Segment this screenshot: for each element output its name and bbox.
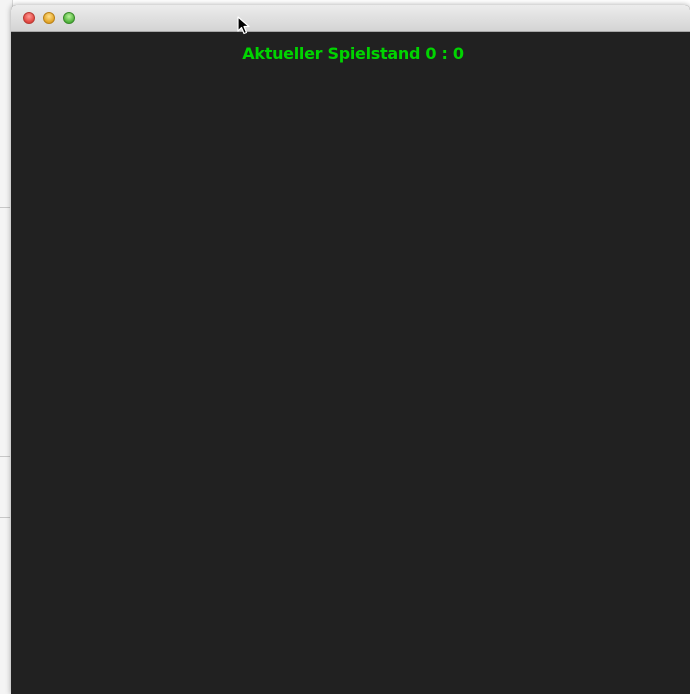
close-icon[interactable] xyxy=(23,12,35,24)
minimize-icon[interactable] xyxy=(43,12,55,24)
background-divider xyxy=(0,456,10,457)
mouse-pointer-icon xyxy=(237,16,250,35)
desktop: Aktueller Spielstand 0 : 0 xyxy=(0,0,690,694)
background-divider xyxy=(0,207,10,208)
zoom-icon[interactable] xyxy=(63,12,75,24)
game-canvas[interactable]: Aktueller Spielstand 0 : 0 xyxy=(11,32,690,694)
game-window: Aktueller Spielstand 0 : 0 xyxy=(11,5,690,694)
window-titlebar[interactable] xyxy=(11,5,690,32)
background-divider xyxy=(0,517,10,518)
score-label: Aktueller Spielstand 0 : 0 xyxy=(242,44,464,63)
